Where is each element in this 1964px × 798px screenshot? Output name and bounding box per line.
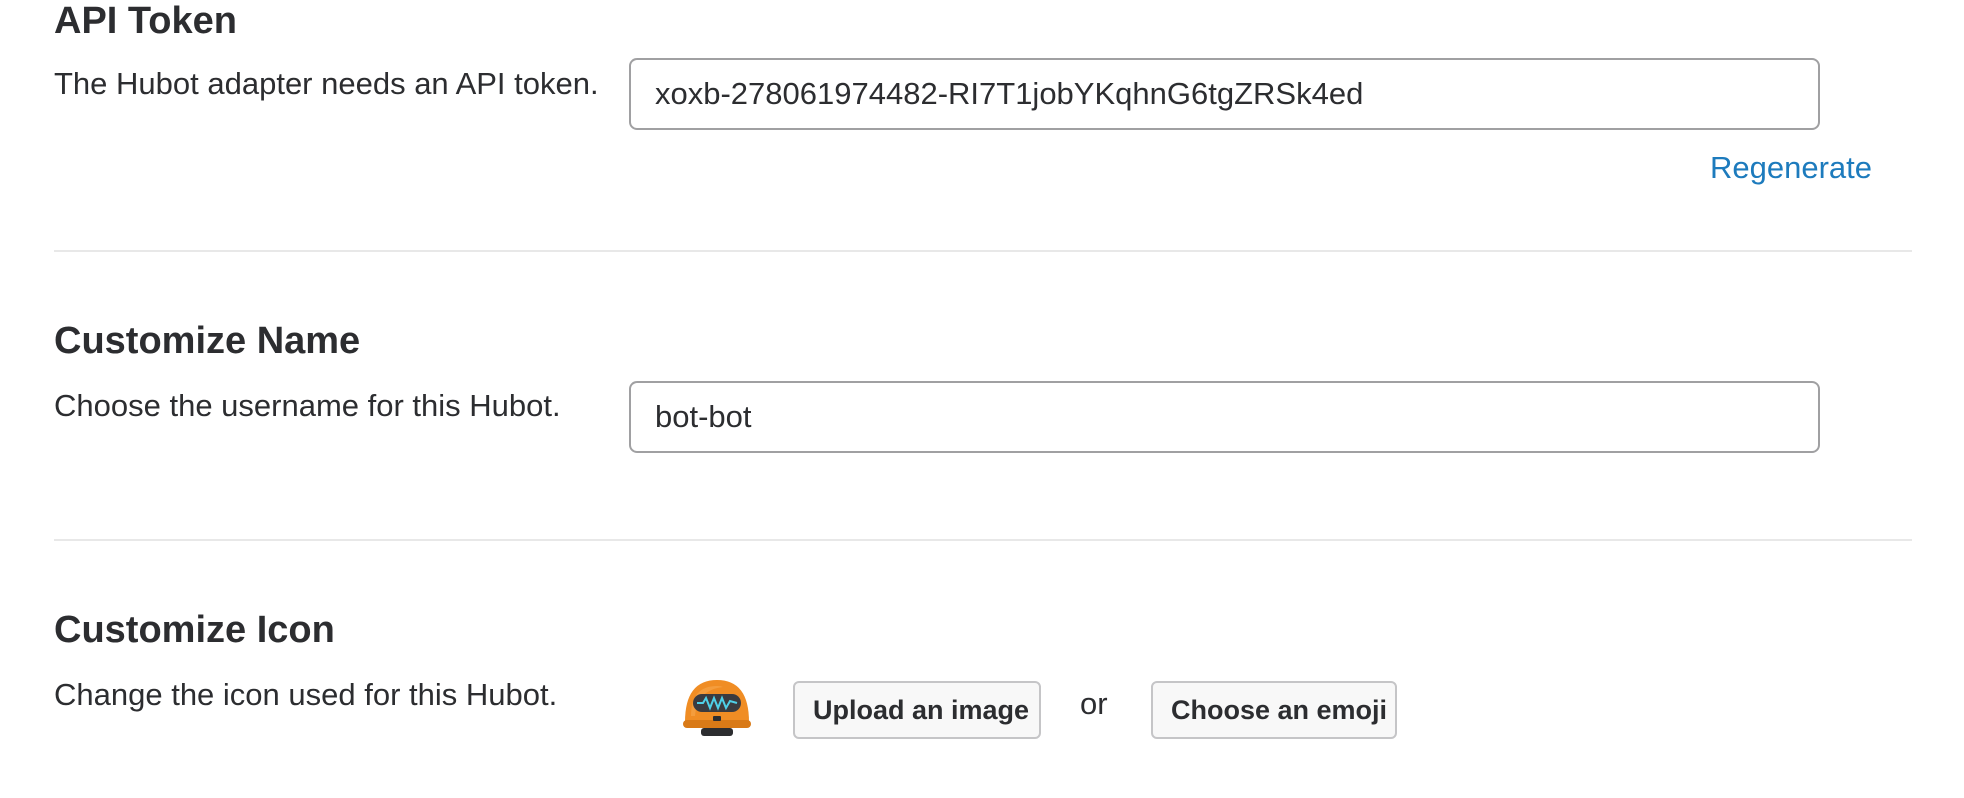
- api-token-input[interactable]: [629, 58, 1820, 130]
- or-separator: or: [1080, 686, 1108, 721]
- hubot-avatar-icon: [681, 674, 753, 738]
- customize-name-description: Choose the username for this Hubot.: [54, 388, 561, 423]
- choose-emoji-button[interactable]: Choose an emoji: [1151, 681, 1397, 739]
- customize-name-title: Customize Name: [54, 320, 361, 362]
- section-divider: [54, 250, 1912, 252]
- customize-icon-title: Customize Icon: [54, 609, 335, 651]
- section-divider: [54, 539, 1912, 541]
- upload-image-button[interactable]: Upload an image: [793, 681, 1041, 739]
- api-token-title: API Token: [54, 0, 237, 42]
- api-token-description: The Hubot adapter needs an API token.: [54, 66, 599, 101]
- customize-icon-description: Change the icon used for this Hubot.: [54, 677, 558, 712]
- regenerate-link[interactable]: Regenerate: [1710, 150, 1872, 186]
- username-input[interactable]: [629, 381, 1820, 453]
